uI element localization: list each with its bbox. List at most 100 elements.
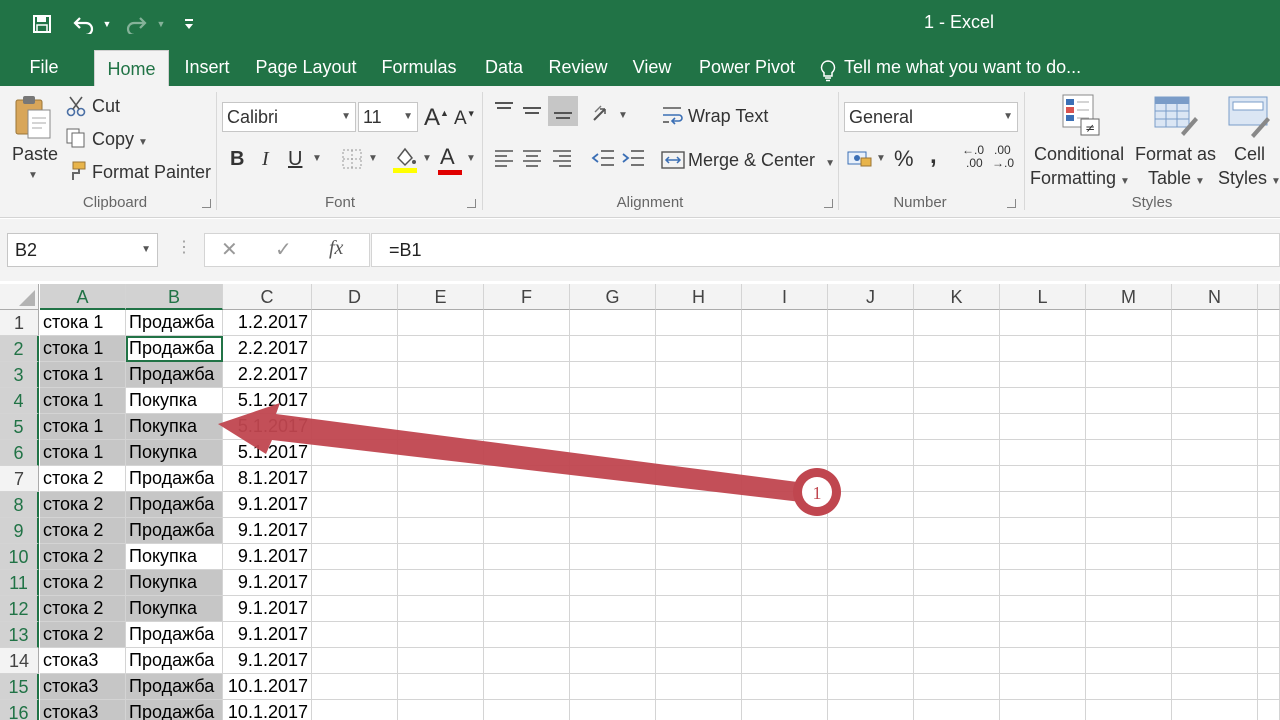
cell-filler[interactable] — [1258, 362, 1280, 388]
cell-styles-icon[interactable] — [1224, 92, 1274, 140]
cell-l8[interactable] — [1000, 492, 1086, 518]
cell-filler[interactable] — [1258, 518, 1280, 544]
cell-c15[interactable]: 10.1.2017 — [223, 674, 312, 700]
cell-k2[interactable] — [914, 336, 1000, 362]
cell-j12[interactable] — [828, 596, 914, 622]
cell-a8[interactable]: стока 2 — [40, 492, 126, 518]
cell-h2[interactable] — [656, 336, 742, 362]
cell-b15[interactable]: Продажба — [126, 674, 223, 700]
cell-f9[interactable] — [484, 518, 570, 544]
wrap-text-button[interactable]: Wrap Text — [688, 106, 768, 127]
tab-page-layout[interactable]: Page Layout — [250, 48, 362, 86]
row-header[interactable]: 13 — [0, 622, 39, 648]
cell-c7[interactable]: 8.1.2017 — [223, 466, 312, 492]
cell-d10[interactable] — [312, 544, 398, 570]
cell-e12[interactable] — [398, 596, 484, 622]
cell-g5[interactable] — [570, 414, 656, 440]
cell-c1[interactable]: 1.2.2017 — [223, 310, 312, 336]
cell-a3[interactable]: стока 1 — [40, 362, 126, 388]
cell-i15[interactable] — [742, 674, 828, 700]
cell-c4[interactable]: 5.1.2017 — [223, 388, 312, 414]
conditional-formatting-button[interactable]: Formatting ▼ — [1030, 168, 1130, 189]
enter-icon[interactable]: ✓ — [275, 237, 292, 262]
tell-me-search[interactable]: Tell me what you want to do... — [820, 48, 1081, 86]
accounting-format-icon[interactable] — [846, 146, 874, 170]
cell-g11[interactable] — [570, 570, 656, 596]
cell-m11[interactable] — [1086, 570, 1172, 596]
cell-f16[interactable] — [484, 700, 570, 720]
cell-i7[interactable] — [742, 466, 828, 492]
cell-m6[interactable] — [1086, 440, 1172, 466]
cell-l4[interactable] — [1000, 388, 1086, 414]
increase-decimal-button[interactable]: ←.0.00 — [962, 144, 984, 170]
cell-a5[interactable]: стока 1 — [40, 414, 126, 440]
cell-f14[interactable] — [484, 648, 570, 674]
row-header[interactable]: 4 — [0, 388, 39, 414]
cell-k9[interactable] — [914, 518, 1000, 544]
row-header[interactable]: 15 — [0, 674, 39, 700]
column-header-g[interactable]: G — [570, 284, 656, 310]
cell-f7[interactable] — [484, 466, 570, 492]
number-format-combo[interactable]: General ▼ — [844, 102, 1018, 132]
cell-e3[interactable] — [398, 362, 484, 388]
cell-n6[interactable] — [1172, 440, 1258, 466]
row-header[interactable]: 10 — [0, 544, 39, 570]
row-header[interactable]: 14 — [0, 648, 39, 674]
cell-n1[interactable] — [1172, 310, 1258, 336]
cell-c8[interactable]: 9.1.2017 — [223, 492, 312, 518]
cell-l10[interactable] — [1000, 544, 1086, 570]
cell-h11[interactable] — [656, 570, 742, 596]
cell-k5[interactable] — [914, 414, 1000, 440]
cell-h10[interactable] — [656, 544, 742, 570]
cell-n11[interactable] — [1172, 570, 1258, 596]
cell-i10[interactable] — [742, 544, 828, 570]
cell-filler[interactable] — [1258, 492, 1280, 518]
cell-b9[interactable]: Продажба — [126, 518, 223, 544]
cell-e4[interactable] — [398, 388, 484, 414]
cell-j1[interactable] — [828, 310, 914, 336]
cell-a14[interactable]: стока3 — [40, 648, 126, 674]
cell-b4[interactable]: Покупка — [126, 388, 223, 414]
cell-filler[interactable] — [1258, 544, 1280, 570]
cell-filler[interactable] — [1258, 596, 1280, 622]
cell-k1[interactable] — [914, 310, 1000, 336]
increase-font-size-icon[interactable]: A▲ — [424, 104, 449, 132]
font-name-dropdown-icon[interactable]: ▼ — [341, 103, 351, 131]
row-header[interactable]: 1 — [0, 310, 39, 336]
cell-styles-button[interactable]: Styles ▼ — [1218, 168, 1280, 189]
cell-a1[interactable]: стока 1 — [40, 310, 126, 336]
bottom-align-icon[interactable] — [548, 96, 578, 126]
cell-e8[interactable] — [398, 492, 484, 518]
column-header-c[interactable]: C — [223, 284, 312, 310]
font-color-dropdown-icon[interactable]: ▼ — [466, 153, 476, 164]
cell-k15[interactable] — [914, 674, 1000, 700]
cell-n15[interactable] — [1172, 674, 1258, 700]
comma-style-button[interactable]: , — [930, 142, 937, 170]
cell-h7[interactable] — [656, 466, 742, 492]
cell-d1[interactable] — [312, 310, 398, 336]
cell-m7[interactable] — [1086, 466, 1172, 492]
cell-h15[interactable] — [656, 674, 742, 700]
cell-e16[interactable] — [398, 700, 484, 720]
cell-d3[interactable] — [312, 362, 398, 388]
cell-b6[interactable]: Покупка — [126, 440, 223, 466]
cell-k6[interactable] — [914, 440, 1000, 466]
format-as-table-line1[interactable]: Format as — [1135, 144, 1216, 165]
cell-j14[interactable] — [828, 648, 914, 674]
cell-g14[interactable] — [570, 648, 656, 674]
cell-f10[interactable] — [484, 544, 570, 570]
cell-g13[interactable] — [570, 622, 656, 648]
cell-k14[interactable] — [914, 648, 1000, 674]
name-box[interactable]: B2 ▼ — [7, 233, 158, 267]
cell-b1[interactable]: Продажба — [126, 310, 223, 336]
cell-n3[interactable] — [1172, 362, 1258, 388]
cell-c6[interactable]: 5.1.2017 — [223, 440, 312, 466]
cell-g12[interactable] — [570, 596, 656, 622]
cell-f1[interactable] — [484, 310, 570, 336]
cell-j10[interactable] — [828, 544, 914, 570]
cell-g4[interactable] — [570, 388, 656, 414]
cell-l5[interactable] — [1000, 414, 1086, 440]
cell-d14[interactable] — [312, 648, 398, 674]
fill-color-dropdown-icon[interactable]: ▼ — [422, 153, 432, 164]
cell-l11[interactable] — [1000, 570, 1086, 596]
